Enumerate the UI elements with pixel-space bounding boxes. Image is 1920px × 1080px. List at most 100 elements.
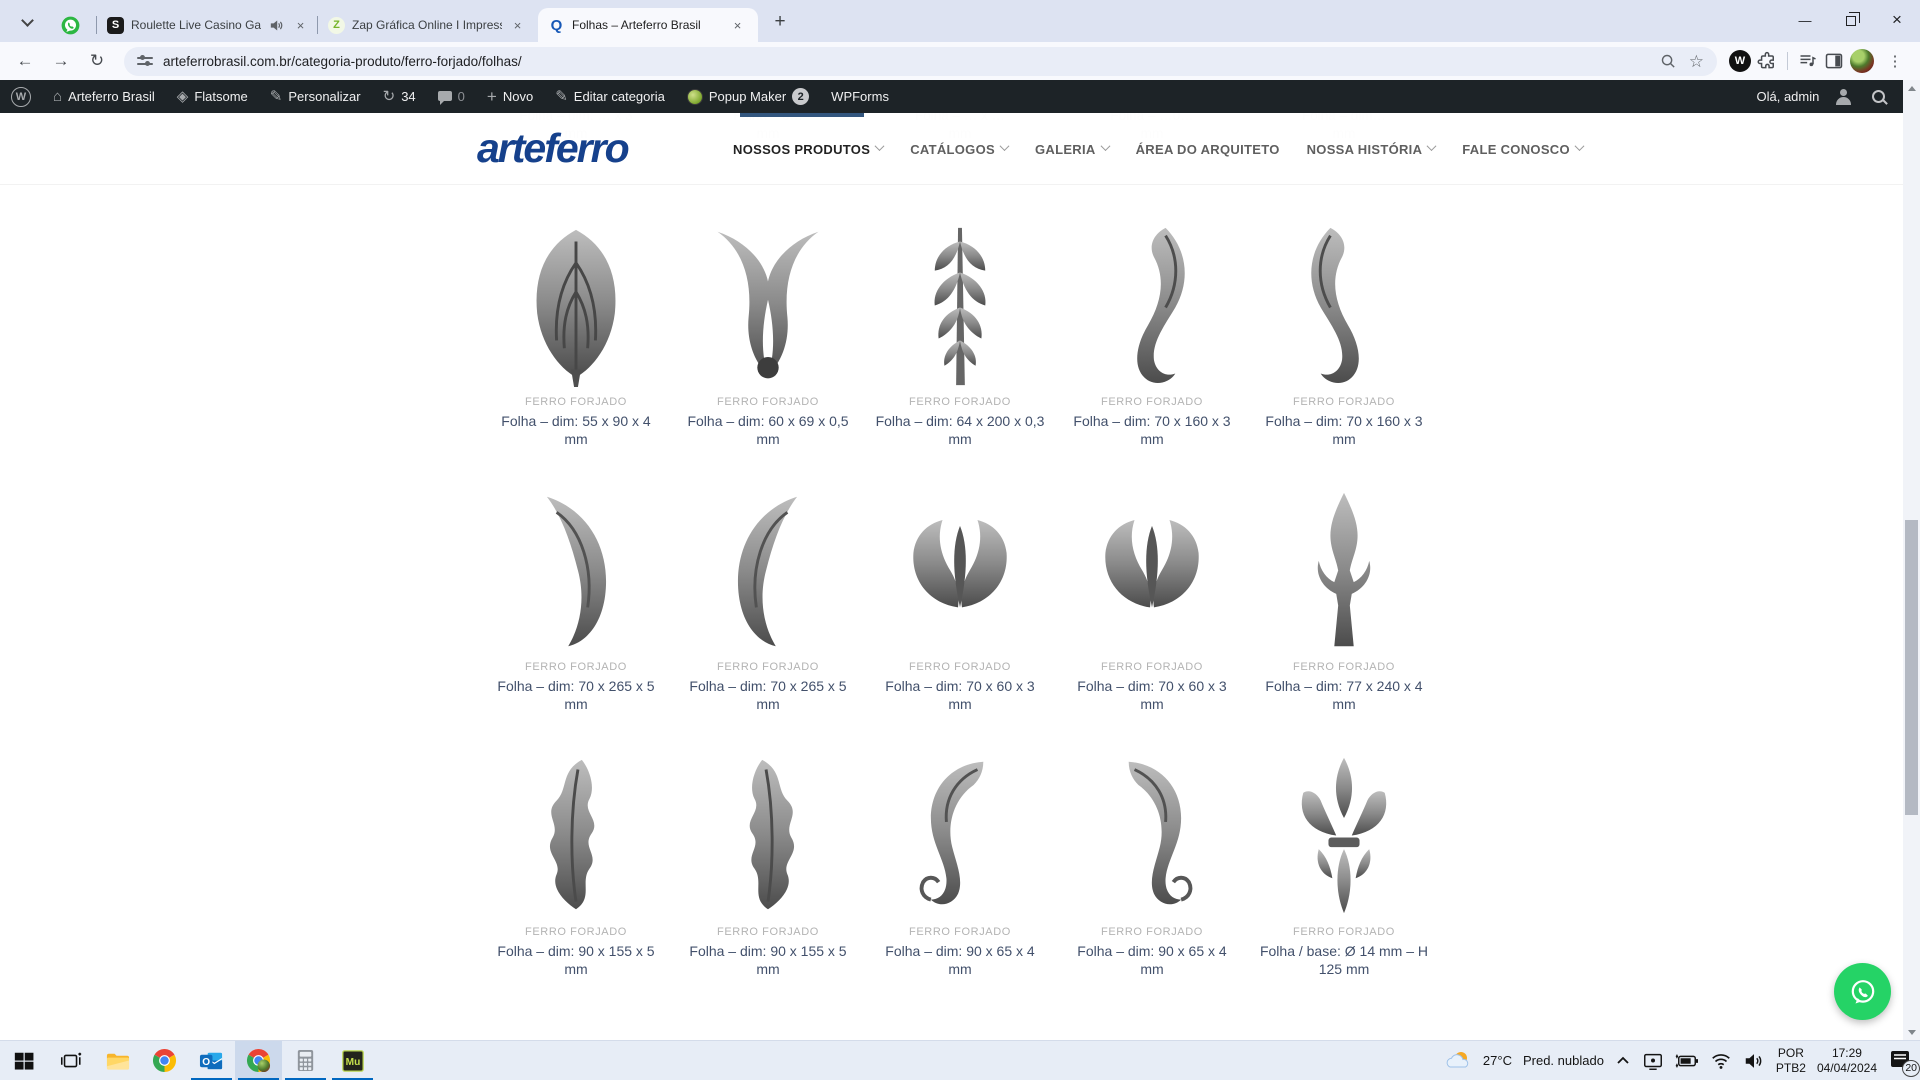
admin-site-name[interactable]: ⌂Arteferro Brasil	[42, 80, 166, 113]
product-card[interactable]: FERRO FORJADO Folha – dim: 90 x 155 x 5 …	[672, 744, 864, 979]
product-card[interactable]: FERRO FORJADO Folha – dim: 70 x 265 x 5 …	[672, 479, 864, 714]
admin-updates[interactable]: ↻34	[372, 80, 427, 113]
extensions-puzzle-icon[interactable]	[1757, 51, 1777, 71]
admin-comments[interactable]: 0	[427, 80, 476, 113]
product-image[interactable]	[1056, 744, 1248, 919]
adobe-muse-taskbar-button[interactable]: Mu	[329, 1041, 376, 1080]
address-bar[interactable]: arteferrobrasil.com.br/categoria-produto…	[124, 47, 1717, 76]
admin-account-menu[interactable]: Olá, admin	[1746, 80, 1858, 113]
admin-customize[interactable]: ✎Personalizar	[259, 80, 372, 113]
nav-item[interactable]: NOSSA HISTÓRIA	[1307, 142, 1436, 157]
product-title-link[interactable]: Folha – dim: 60 x 69 x 0,5 mm	[681, 412, 855, 449]
product-card[interactable]: FERRO FORJADO Folha – dim: 77 x 240 x 4 …	[1248, 479, 1440, 714]
product-image[interactable]	[480, 214, 672, 389]
product-image[interactable]	[1056, 214, 1248, 389]
product-image[interactable]	[1056, 479, 1248, 654]
product-title-link[interactable]: Folha – dim: 70 x 265 x 5 mm	[489, 677, 663, 714]
site-settings-icon[interactable]	[137, 55, 153, 67]
tab-close-button[interactable]: ×	[509, 17, 526, 34]
admin-flatsome[interactable]: ◈Flatsome	[166, 80, 259, 113]
tray-temperature[interactable]: 27°C	[1483, 1053, 1512, 1068]
nav-item[interactable]: ÁREA DO ARQUITETO	[1136, 142, 1280, 157]
product-image[interactable]	[672, 214, 864, 389]
product-image[interactable]	[480, 479, 672, 654]
admin-new[interactable]: +Novo	[476, 80, 544, 113]
tray-weather-text[interactable]: Pred. nublado	[1523, 1053, 1604, 1068]
product-image[interactable]	[1248, 479, 1440, 654]
admin-popup-maker[interactable]: Popup Maker2	[676, 80, 820, 113]
product-card[interactable]: FERRO FORJADO Folha – dim: 70 x 160 x 3 …	[1056, 214, 1248, 449]
cast-display-icon[interactable]	[1642, 1050, 1664, 1072]
admin-edit-category[interactable]: ✎Editar categoria	[544, 80, 676, 113]
product-image[interactable]	[864, 479, 1056, 654]
product-title-link[interactable]: Folha – dim: 90 x 65 x 4 mm	[873, 942, 1047, 979]
product-title-link[interactable]: Folha – dim: 90 x 65 x 4 mm	[1065, 942, 1239, 979]
whatsapp-float-button[interactable]	[1834, 963, 1891, 1020]
browser-menu-kebab-icon[interactable]: ⋮	[1880, 46, 1910, 76]
outlook-taskbar-button[interactable]: O	[188, 1041, 235, 1080]
tab-roulette[interactable]: S Roulette Live Casino Game ×	[97, 8, 317, 42]
battery-charging-icon[interactable]	[1675, 1050, 1699, 1072]
product-title-link[interactable]: Folha – dim: 70 x 160 x 3 mm	[1065, 412, 1239, 449]
window-minimize-button[interactable]: —	[1782, 0, 1828, 40]
product-title-link[interactable]: Folha – dim: 90 x 155 x 5 mm	[681, 942, 855, 979]
nav-item[interactable]: CATÁLOGOS	[910, 142, 1008, 157]
tab-audio-icon[interactable]	[268, 17, 285, 34]
product-image[interactable]	[672, 744, 864, 919]
product-image[interactable]	[672, 479, 864, 654]
product-title-link[interactable]: Folha – dim: 70 x 160 x 3 mm	[1257, 412, 1431, 449]
site-logo[interactable]: arteferro	[477, 125, 628, 172]
tab-zap-grafica[interactable]: Z Zap Gráfica Online I Impressão ×	[318, 8, 538, 42]
admin-wpforms[interactable]: WPForms	[820, 80, 900, 113]
scroll-up-arrow[interactable]	[1903, 80, 1920, 96]
action-center-button[interactable]: 20	[1888, 1048, 1914, 1074]
product-title-link[interactable]: Folha / base: Ø 14 mm – H 125 mm	[1257, 942, 1431, 979]
product-image[interactable]	[480, 744, 672, 919]
volume-icon[interactable]	[1743, 1050, 1765, 1072]
tray-expand-chevron-icon[interactable]	[1615, 1053, 1631, 1069]
zoom-icon[interactable]	[1660, 53, 1677, 70]
product-image[interactable]	[1248, 214, 1440, 389]
task-view-button[interactable]	[47, 1041, 94, 1080]
calculator-taskbar-button[interactable]	[282, 1041, 329, 1080]
tray-language-indicator[interactable]: PORPTB2	[1776, 1046, 1806, 1076]
product-image[interactable]	[864, 214, 1056, 389]
nav-item[interactable]: FALE CONOSCO	[1462, 142, 1583, 157]
wifi-icon[interactable]	[1710, 1050, 1732, 1072]
url-text[interactable]: arteferrobrasil.com.br/categoria-produto…	[163, 54, 1650, 69]
product-card[interactable]: FERRO FORJADO Folha / base: Ø 14 mm – H …	[1248, 744, 1440, 979]
product-image[interactable]	[1248, 744, 1440, 919]
tab-close-button[interactable]: ×	[292, 17, 309, 34]
wp-logo-menu[interactable]: W	[0, 80, 42, 113]
product-title-link[interactable]: Folha – dim: 70 x 60 x 3 mm	[1065, 677, 1239, 714]
product-card[interactable]: FERRO FORJADO Folha – dim: 60 x 69 x 0,5…	[672, 214, 864, 449]
new-tab-button[interactable]: +	[766, 8, 794, 36]
product-title-link[interactable]: Folha – dim: 64 x 200 x 0,3 mm	[873, 412, 1047, 449]
forward-button[interactable]: →	[46, 46, 76, 76]
nav-item[interactable]: GALERIA	[1035, 142, 1109, 157]
file-explorer-button[interactable]	[94, 1041, 141, 1080]
tab-folhas-arteferro-active[interactable]: Q Folhas – Arteferro Brasil ×	[538, 8, 758, 42]
chrome-profile-taskbar-button[interactable]	[235, 1041, 282, 1080]
scrollbar-thumb[interactable]	[1905, 520, 1918, 815]
window-close-button[interactable]: ×	[1874, 0, 1920, 40]
start-button[interactable]	[0, 1041, 47, 1080]
tray-clock[interactable]: 17:2904/04/2024	[1817, 1046, 1877, 1076]
product-card[interactable]: FERRO FORJADO Folha – dim: 55 x 90 x 4 m…	[480, 214, 672, 449]
window-restore-button[interactable]	[1828, 0, 1874, 40]
extension-icon[interactable]: W	[1729, 50, 1751, 72]
chrome-taskbar-button[interactable]	[141, 1041, 188, 1080]
weather-icon[interactable]	[1446, 1048, 1472, 1074]
media-controls-icon[interactable]	[1798, 51, 1818, 71]
scroll-down-arrow[interactable]	[1903, 1024, 1920, 1040]
product-image[interactable]	[864, 744, 1056, 919]
product-card[interactable]: FERRO FORJADO Folha – dim: 70 x 160 x 3 …	[1248, 214, 1440, 449]
product-title-link[interactable]: Folha – dim: 70 x 265 x 5 mm	[681, 677, 855, 714]
product-title-link[interactable]: Folha – dim: 55 x 90 x 4 mm	[489, 412, 663, 449]
profile-avatar[interactable]	[1850, 49, 1874, 73]
reload-button[interactable]: ↻	[82, 46, 112, 76]
nav-item[interactable]: NOSSOS PRODUTOS	[733, 142, 883, 157]
back-button[interactable]: ←	[10, 46, 40, 76]
side-panel-icon[interactable]	[1824, 51, 1844, 71]
admin-search-button[interactable]	[1861, 80, 1896, 113]
